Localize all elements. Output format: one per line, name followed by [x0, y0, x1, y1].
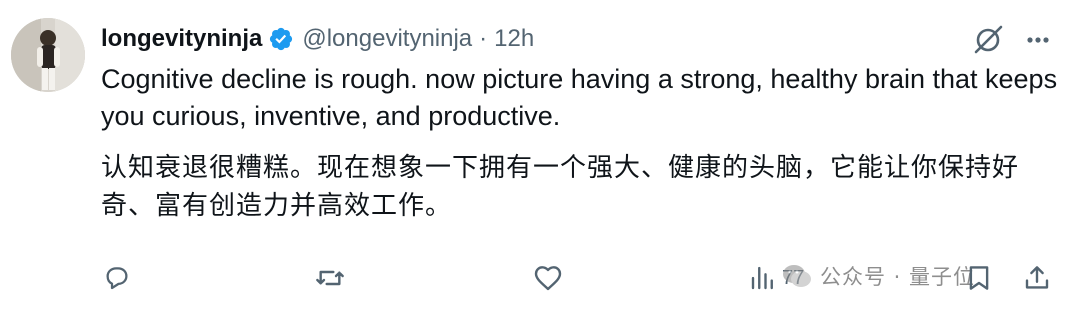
- tweet-text-translation: 认知衰退很糟糕。现在想象一下拥有一个强大、健康的头脑，它能让你保持好奇、富有创造…: [101, 153, 1020, 221]
- tweet-header: longevityninja @longevityninja · 12h: [101, 22, 534, 56]
- views-icon: [751, 266, 773, 290]
- like-button[interactable]: [532, 258, 564, 298]
- avatar[interactable]: [11, 18, 85, 92]
- reply-icon: [106, 267, 128, 290]
- reply-button[interactable]: [102, 258, 132, 298]
- share-icon: [1025, 266, 1049, 289]
- watermark-text: 公众号 · 量子位: [820, 265, 976, 289]
- separator: ·: [479, 25, 488, 52]
- display-name[interactable]: longevityninja: [101, 25, 262, 53]
- more-icon[interactable]: [1020, 22, 1056, 58]
- bookmark-button[interactable]: [964, 258, 994, 298]
- like-icon: [534, 266, 562, 291]
- retweet-button[interactable]: [314, 258, 346, 298]
- grok-icon[interactable]: [970, 22, 1006, 58]
- retweet-icon: [316, 270, 344, 286]
- share-button[interactable]: [1022, 258, 1052, 298]
- wechat-logo-icon: [783, 265, 811, 287]
- timestamp[interactable]: 12h: [494, 25, 534, 53]
- verified-badge-icon: [268, 26, 294, 52]
- tweet-text: Cognitive decline is rough. now picture …: [101, 64, 1058, 131]
- handle[interactable]: @longevityninja: [302, 25, 472, 53]
- watermark: 公众号 · 量子位: [780, 256, 975, 296]
- tweet: longevityninja @longevityninja · 12h Cog…: [0, 0, 1080, 315]
- bookmark-icon: [969, 266, 989, 290]
